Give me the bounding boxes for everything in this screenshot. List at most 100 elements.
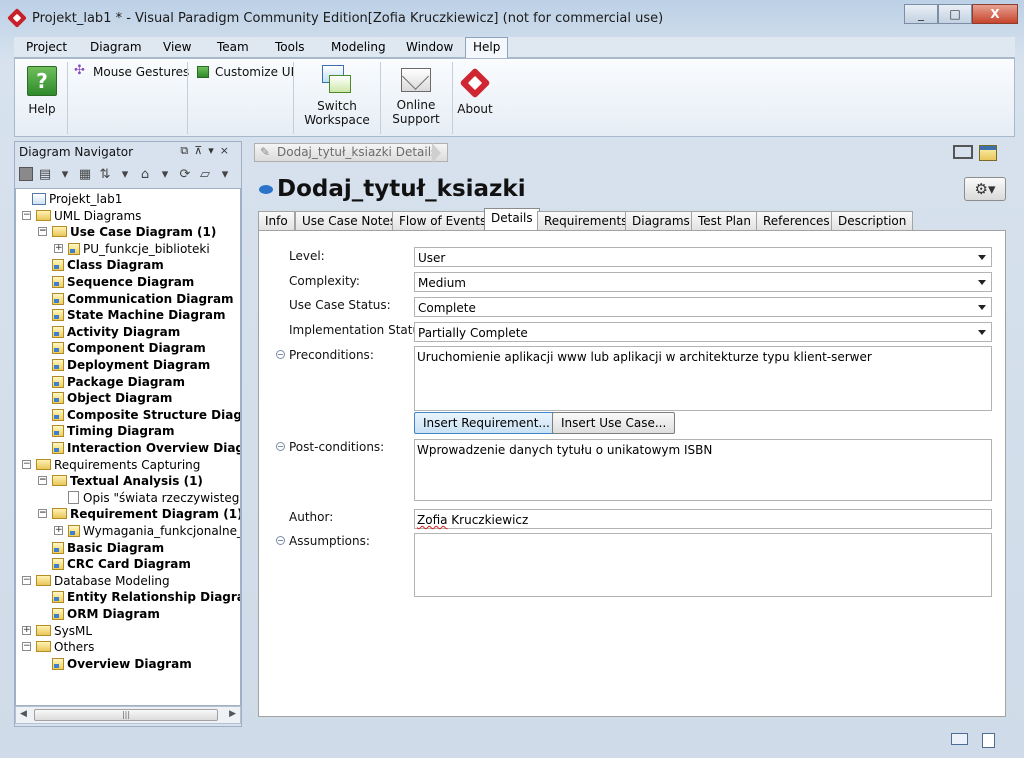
- menu-help[interactable]: Help: [465, 37, 509, 58]
- tab-use-case-notes[interactable]: Use Case Notes: [295, 211, 404, 230]
- tab-details[interactable]: Details: [484, 208, 540, 230]
- tree-node-content: PU_funkcje_biblioteki: [68, 241, 210, 257]
- filter-icon[interactable]: ▦: [77, 166, 93, 182]
- tree-node-label: Composite Structure Diagram: [67, 408, 240, 422]
- tree-node-content: Textual Analysis (1): [52, 473, 203, 489]
- switch-workspace-button[interactable]: Switch Workspace: [303, 65, 371, 127]
- online-support-button[interactable]: Online Support: [387, 65, 445, 126]
- insert-use-case-button[interactable]: Insert Use Case...: [552, 412, 676, 434]
- navigator-panel-controls[interactable]: ⧉⊼▾×: [180, 144, 235, 158]
- tree-node-content: Opis "świata rzeczywistego": [68, 490, 241, 506]
- sort-icon[interactable]: ⇅: [97, 166, 113, 182]
- diagram-icon: [52, 359, 64, 371]
- window-controls: _ □ X: [904, 4, 1018, 24]
- menu-team[interactable]: Team: [210, 39, 256, 55]
- collapse-icon[interactable]: −: [22, 460, 31, 469]
- tab-flow-of-events[interactable]: Flow of Events: [392, 211, 494, 230]
- expand-icon[interactable]: +: [54, 244, 63, 253]
- tree-node-content: UML Diagrams: [36, 208, 141, 224]
- implementation-status-select[interactable]: Partially Complete: [414, 322, 992, 342]
- author-input[interactable]: Zofia Kruczkiewicz: [414, 509, 992, 529]
- tree-node-content: Component Diagram: [52, 340, 206, 356]
- menu-modeling[interactable]: Modeling: [324, 39, 393, 55]
- collapse-icon[interactable]: −: [276, 350, 285, 359]
- edit-note-icon[interactable]: [982, 733, 995, 748]
- expand-icon[interactable]: +: [54, 526, 63, 535]
- diagram-icon: [52, 409, 64, 421]
- dropdown-arrow-icon[interactable]: ▾: [217, 166, 233, 182]
- customize-ui-button[interactable]: Customize UI: [197, 65, 294, 79]
- tab-info[interactable]: Info: [258, 211, 295, 230]
- level-select[interactable]: User: [414, 247, 992, 267]
- minimize-button[interactable]: _: [904, 4, 938, 24]
- view-options-icon[interactable]: ▤: [37, 166, 53, 182]
- menu-bar: Project Diagram View Team Tools Modeling…: [14, 37, 1015, 58]
- tree-node-label: Class Diagram: [67, 258, 164, 272]
- menu-project[interactable]: Project: [19, 39, 74, 55]
- use-case-status-select[interactable]: Complete: [414, 297, 992, 317]
- tab-requirements[interactable]: Requirements: [537, 211, 635, 230]
- author-first-name: Zofia: [417, 513, 448, 527]
- tab-references[interactable]: References: [756, 211, 837, 230]
- open-folder-icon[interactable]: ▱: [197, 166, 213, 182]
- scroll-left-icon[interactable]: ◀: [20, 709, 27, 719]
- diagram-icon: [52, 608, 64, 620]
- app-window: Projekt_lab1 * - Visual Paradigm Communi…: [0, 0, 1024, 758]
- stop-icon[interactable]: [19, 167, 33, 181]
- tree-node-content: SysML: [36, 623, 92, 639]
- scrollbar-thumb[interactable]: |||: [34, 709, 218, 721]
- refresh-icon[interactable]: ⟳: [177, 166, 193, 182]
- preconditions-textarea[interactable]: Uruchomienie aplikacji www lub aplikacji…: [414, 346, 992, 411]
- tree-node-content: Sequence Diagram: [52, 274, 194, 290]
- tab-description[interactable]: Description: [831, 211, 914, 230]
- tab-diagrams[interactable]: Diagrams: [625, 211, 697, 230]
- about-label: About: [457, 102, 493, 116]
- fit-to-window-icon[interactable]: [953, 145, 973, 159]
- expand-icon[interactable]: +: [22, 626, 31, 635]
- ribbon-separator: [67, 62, 68, 134]
- tree-node-label: Opis "świata rzeczywistego": [83, 491, 241, 505]
- menu-tools[interactable]: Tools: [268, 39, 312, 55]
- tree-node-label: Others: [54, 640, 95, 654]
- collapse-icon[interactable]: −: [38, 509, 47, 518]
- diagram-tree[interactable]: Projekt_lab1− UML Diagrams − Use Case Diagr…: [15, 188, 241, 706]
- diagram-icon: [52, 309, 64, 321]
- mouse-gestures-button[interactable]: Mouse Gestures: [74, 63, 189, 79]
- close-button[interactable]: X: [972, 4, 1018, 24]
- tree-node-label: Wymagania_funkcjonalne_i_niefunkcjonalne: [83, 524, 240, 538]
- mail-icon[interactable]: [951, 733, 968, 745]
- help-button[interactable]: ? Help: [25, 66, 59, 116]
- menu-window[interactable]: Window: [399, 39, 460, 55]
- diagram-icon: [52, 259, 64, 271]
- collapse-icon[interactable]: −: [22, 576, 31, 585]
- collapse-icon[interactable]: −: [22, 211, 31, 220]
- menu-diagram[interactable]: Diagram: [83, 39, 149, 55]
- collapse-icon[interactable]: −: [276, 442, 285, 451]
- breadcrumb[interactable]: Dodaj_tytuł_ksiazki Details: [254, 143, 449, 162]
- menu-view[interactable]: View: [156, 39, 198, 55]
- dropdown-arrow-icon[interactable]: ▾: [117, 166, 133, 182]
- up-arrow-icon[interactable]: ⌂: [137, 166, 153, 182]
- diagram-icon: [52, 392, 64, 404]
- gear-menu-button[interactable]: ⚙▾: [964, 177, 1006, 201]
- maximize-button[interactable]: □: [938, 4, 972, 24]
- about-button[interactable]: About: [457, 65, 493, 116]
- dropdown-arrow-icon[interactable]: ▾: [57, 166, 73, 182]
- assumptions-textarea[interactable]: [414, 533, 992, 597]
- collapse-icon[interactable]: −: [22, 642, 31, 651]
- tree-node-content: Interaction Overview Diagram: [52, 440, 240, 456]
- collapse-icon[interactable]: −: [38, 476, 47, 485]
- tab-test-plan[interactable]: Test Plan: [691, 211, 758, 230]
- complexity-select[interactable]: Medium: [414, 272, 992, 292]
- open-spec-icon[interactable]: [979, 145, 997, 161]
- scroll-right-icon[interactable]: ▶: [229, 709, 236, 719]
- dropdown-arrow-icon[interactable]: ▾: [157, 166, 173, 182]
- insert-requirement-button[interactable]: Insert Requirement...: [414, 412, 559, 434]
- post-conditions-textarea[interactable]: Wprowadzenie danych tytułu o unikatowym …: [414, 439, 992, 501]
- collapse-icon[interactable]: −: [276, 536, 285, 545]
- tree-node-label: Component Diagram: [67, 341, 206, 355]
- tree-node-content: Package Diagram: [52, 374, 185, 390]
- navigator-toolbar: ▤ ▾ ▦ ⇅ ▾ ⌂ ▾ ⟳ ▱ ▾: [15, 162, 241, 186]
- collapse-icon[interactable]: −: [38, 227, 47, 236]
- navigator-horizontal-scrollbar[interactable]: ◀ ||| ▶: [15, 706, 241, 724]
